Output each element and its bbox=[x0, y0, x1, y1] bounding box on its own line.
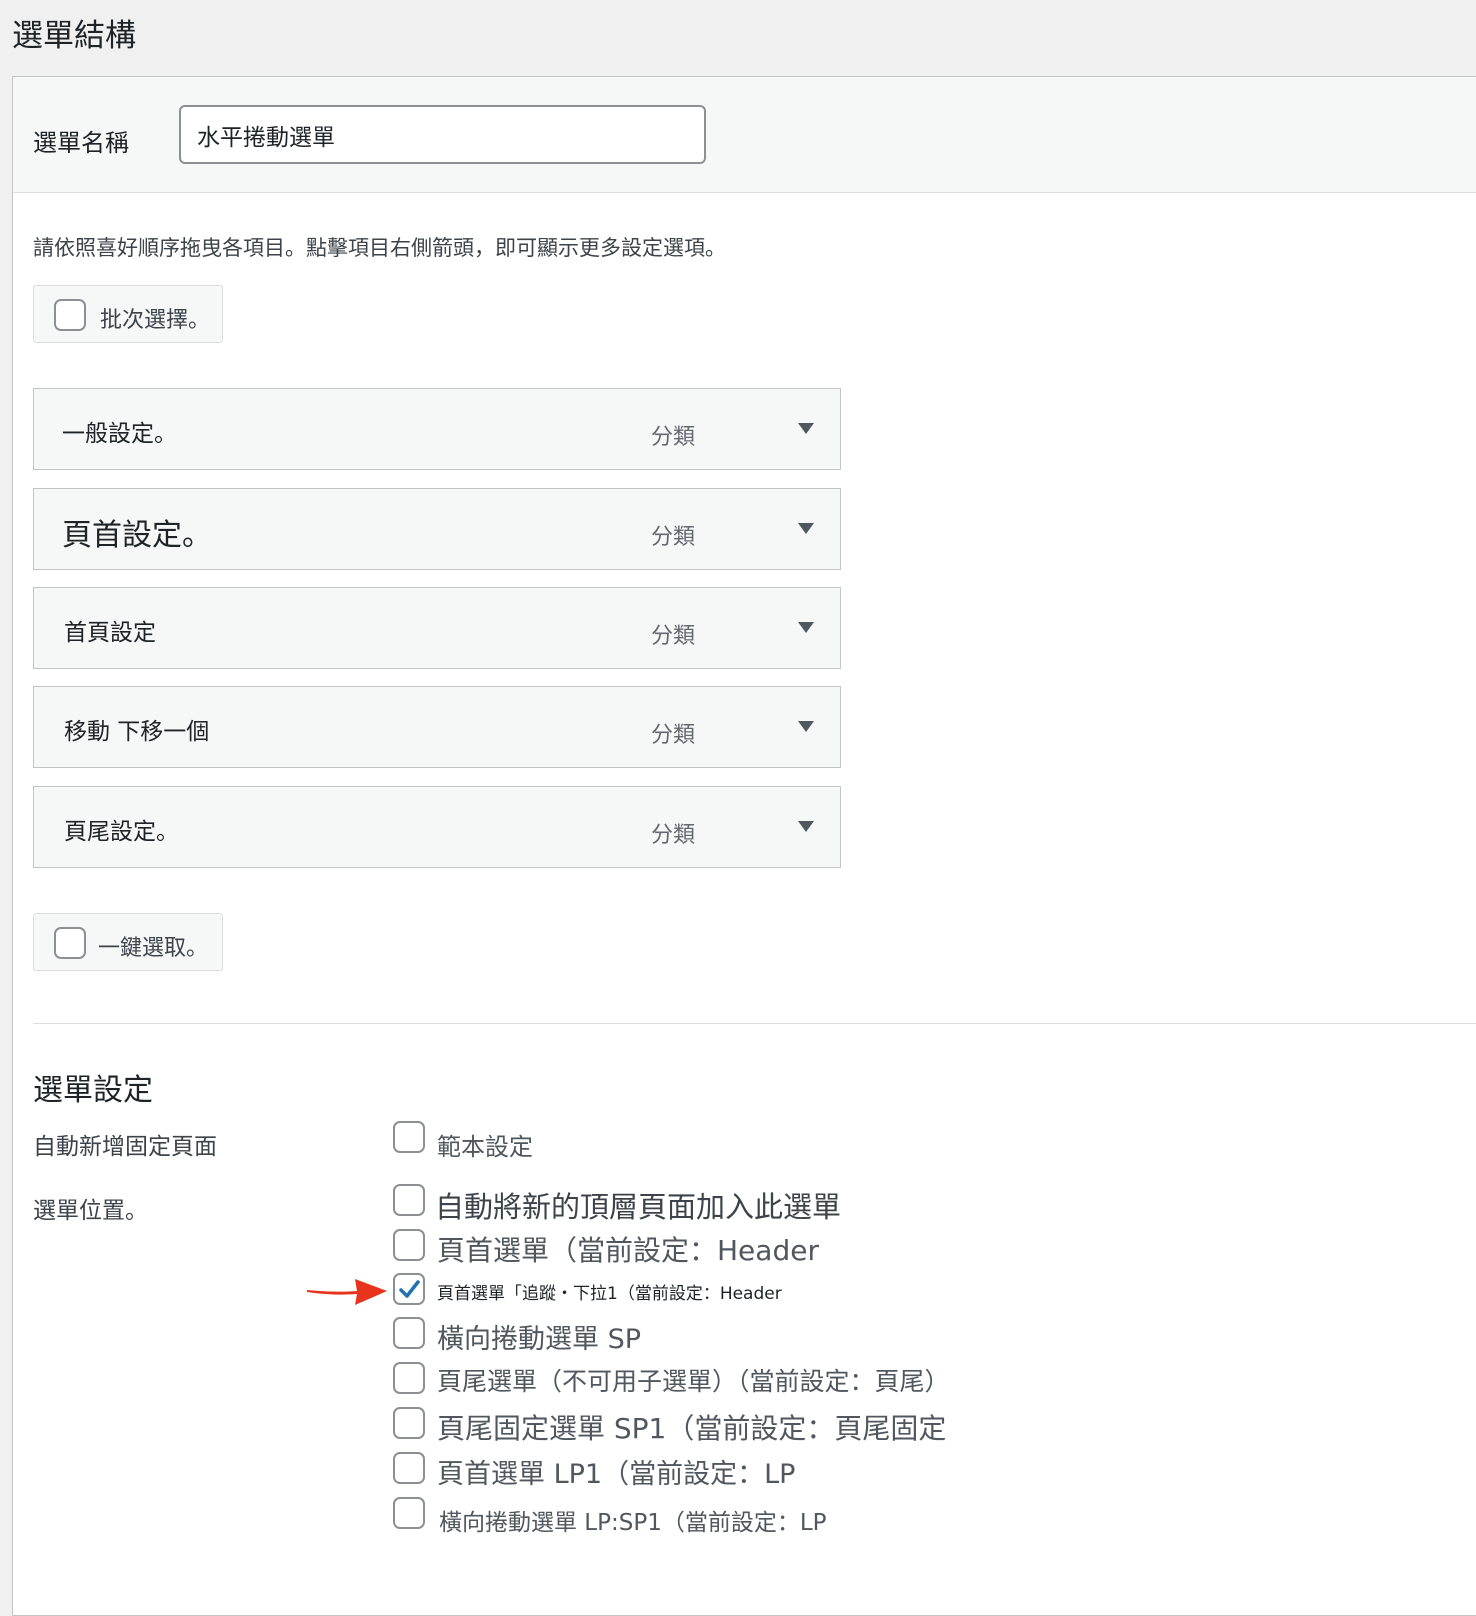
bulk-select-checkbox[interactable] bbox=[54, 299, 86, 331]
select-all-toggle[interactable]: 一鍵選取。 bbox=[33, 913, 223, 971]
location-checkbox[interactable] bbox=[393, 1229, 425, 1261]
location-checkbox[interactable] bbox=[393, 1497, 425, 1529]
menu-item-title: 首頁設定 bbox=[64, 620, 156, 646]
location-option[interactable]: 橫向捲動選單 SP bbox=[393, 1317, 641, 1357]
location-label: 自動將新的頂層頁面加入此選單 bbox=[435, 1190, 842, 1224]
select-all-checkbox[interactable] bbox=[54, 927, 86, 959]
location-option[interactable]: 自動將新的頂層頁面加入此選單 bbox=[393, 1184, 841, 1224]
menu-name-label: 選單名稱 bbox=[33, 129, 129, 157]
menu-item-type: 分類 bbox=[651, 823, 696, 848]
location-option[interactable]: 橫向捲動選單 LP:SP1（當前設定：LP bbox=[393, 1497, 827, 1537]
location-option[interactable]: 頁首選單（當前設定：Header bbox=[393, 1229, 819, 1269]
location-checkbox[interactable] bbox=[393, 1317, 425, 1349]
menu-item-move-down[interactable]: 移動 下移一個 分類 bbox=[33, 686, 841, 768]
location-checkbox[interactable] bbox=[393, 1452, 425, 1484]
menu-settings-title: 選單設定 bbox=[33, 1073, 153, 1108]
location-label: 頁首選單 LP1（當前設定：LP bbox=[437, 1459, 796, 1490]
menu-item-home-settings[interactable]: 首頁設定 分類 bbox=[33, 587, 841, 669]
location-checkbox[interactable] bbox=[393, 1184, 425, 1216]
location-checkbox[interactable] bbox=[393, 1273, 425, 1305]
expand-arrow-icon[interactable] bbox=[798, 523, 814, 535]
expand-arrow-icon[interactable] bbox=[798, 622, 814, 634]
menu-item-title: 頁尾設定。 bbox=[64, 819, 179, 845]
menu-item-type: 分類 bbox=[651, 624, 696, 649]
expand-arrow-icon[interactable] bbox=[798, 423, 814, 435]
menu-item-type: 分類 bbox=[651, 525, 696, 550]
auto-add-option[interactable]: 範本設定 bbox=[393, 1121, 533, 1161]
location-option[interactable]: 頁首選單 LP1（當前設定：LP bbox=[393, 1452, 795, 1492]
location-label: 橫向捲動選單 LP:SP1（當前設定：LP bbox=[439, 1510, 827, 1536]
menu-item-header-settings[interactable]: 頁首設定。 分類 bbox=[33, 488, 841, 570]
location-checkbox[interactable] bbox=[393, 1362, 425, 1394]
menu-item-general-settings[interactable]: 一般設定。 分類 bbox=[33, 388, 841, 470]
menu-item-type: 分類 bbox=[651, 723, 696, 748]
menu-item-title: 移動 下移一個 bbox=[64, 719, 210, 745]
menu-panel: 選單名稱 請依照喜好順序拖曳各項目。點擊項目右側箭頭，即可顯示更多設定選項。 批… bbox=[12, 76, 1476, 1616]
location-option-checked[interactable]: 頁首選單「追蹤・下拉1（當前設定：Header bbox=[393, 1273, 782, 1313]
menu-item-type: 分類 bbox=[651, 425, 696, 450]
location-label: 橫向捲動選單 SP bbox=[437, 1324, 642, 1355]
page-title: 選單結構 bbox=[12, 18, 136, 54]
auto-add-checkbox[interactable] bbox=[393, 1121, 425, 1153]
location-label: 頁尾固定選單 SP1（當前設定：頁尾固定 bbox=[437, 1412, 947, 1445]
menu-item-title: 一般設定。 bbox=[62, 421, 177, 447]
drag-instructions: 請依照喜好順序拖曳各項目。點擊項目右側箭頭，即可顯示更多設定選項。 bbox=[33, 236, 726, 260]
select-all-label: 一鍵選取。 bbox=[98, 936, 209, 961]
expand-arrow-icon[interactable] bbox=[798, 721, 814, 733]
location-option[interactable]: 頁尾選單（不可用子選單）（當前設定：頁尾） bbox=[393, 1362, 950, 1402]
expand-arrow-icon[interactable] bbox=[798, 821, 814, 833]
location-label: 頁尾選單（不可用子選單）（當前設定：頁尾） bbox=[437, 1367, 950, 1396]
menu-locations-label: 選單位置。 bbox=[33, 1198, 148, 1224]
location-option[interactable]: 頁尾固定選單 SP1（當前設定：頁尾固定 bbox=[393, 1407, 946, 1447]
location-label: 頁首選單（當前設定：Header bbox=[437, 1234, 819, 1267]
menu-name-bar: 選單名稱 bbox=[13, 77, 1476, 193]
bulk-select-toggle[interactable]: 批次選擇。 bbox=[33, 285, 223, 343]
location-checkbox[interactable] bbox=[393, 1407, 425, 1439]
auto-add-option-label: 範本設定 bbox=[437, 1133, 533, 1161]
checkmark-icon bbox=[399, 1280, 420, 1298]
section-divider bbox=[33, 1023, 1476, 1024]
menu-name-input[interactable] bbox=[179, 105, 706, 164]
menu-item-footer-settings[interactable]: 頁尾設定。 分類 bbox=[33, 786, 841, 868]
bulk-select-label: 批次選擇。 bbox=[100, 308, 211, 333]
auto-add-pages-label: 自動新增固定頁面 bbox=[33, 1134, 217, 1160]
menu-item-title: 頁首設定。 bbox=[62, 518, 212, 553]
annotation-arrow-icon bbox=[307, 1279, 387, 1305]
location-label: 頁首選單「追蹤・下拉1（當前設定：Header bbox=[437, 1284, 782, 1304]
